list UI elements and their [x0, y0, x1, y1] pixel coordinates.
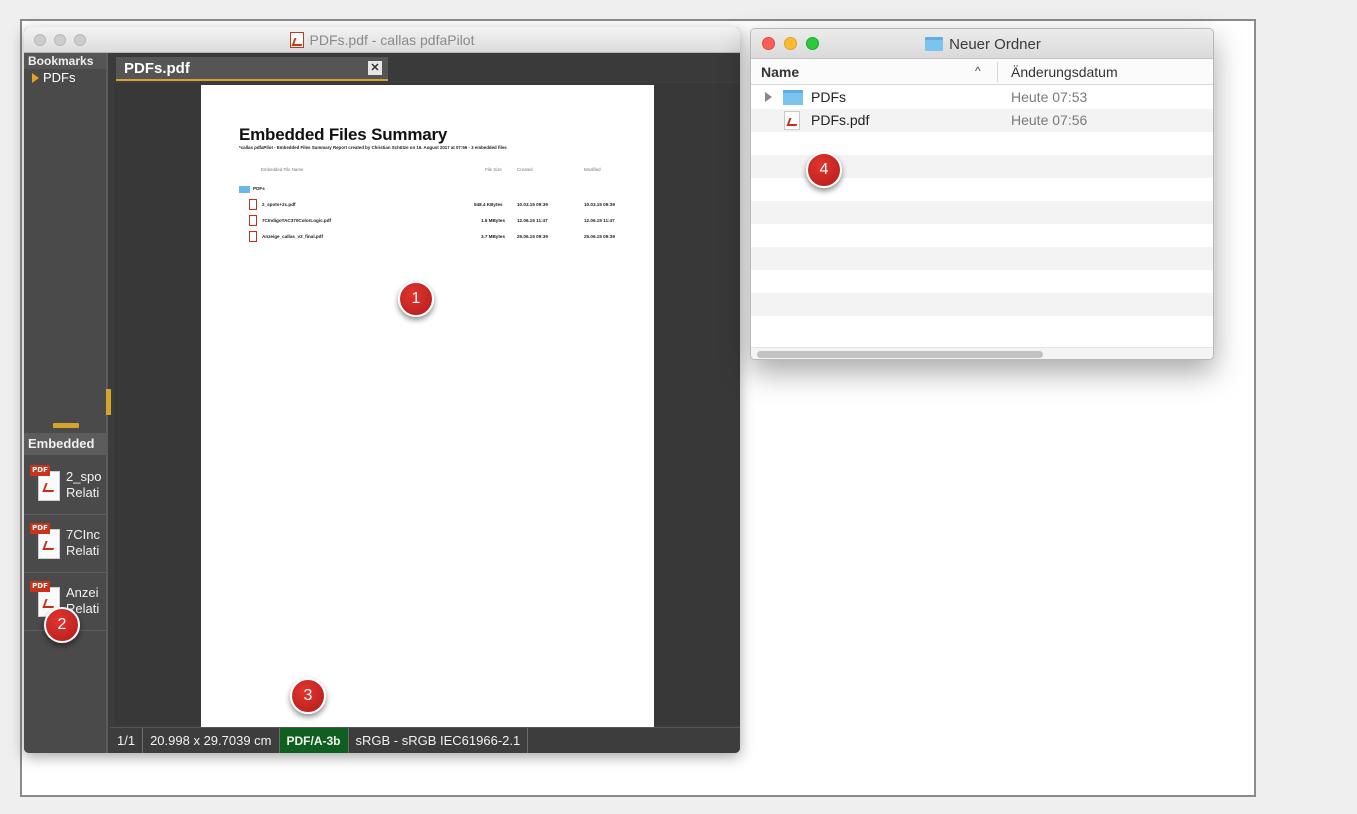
column-header-bar: Name ^ Änderungsdatum — [751, 59, 1213, 85]
embedded-file-name: 7CIndigoTAC370ColorLogic.pdf — [262, 218, 332, 223]
page-count: 1/1 — [110, 727, 144, 753]
empty-row — [751, 270, 1213, 293]
embedded-files-header: Embedded — [24, 433, 106, 455]
finder-window: Neuer Ordner Name ^ Änderungsdatum PDFs … — [750, 28, 1214, 360]
file-name: PDFs.pdf — [811, 112, 870, 128]
pdf-file-icon — [249, 199, 257, 210]
embedded-file-name: 7CInc — [66, 527, 100, 542]
pdf-file-icon: PDF — [30, 465, 60, 503]
page-dimensions: 20.998 x 29.7039 cm — [143, 727, 280, 753]
embedded-file-name: 2_spo — [66, 469, 102, 484]
embedded-file-created: 12.06.15 11:47 — [517, 218, 548, 223]
embedded-file-relation: Relati — [66, 543, 100, 558]
empty-row — [751, 293, 1213, 316]
date-column-header[interactable]: Änderungsdatum — [1011, 64, 1118, 80]
disclosure-triangle-icon[interactable] — [765, 92, 772, 102]
pdf-page: Embedded Files Summary *callas pdfaPilot… — [201, 85, 654, 727]
close-tab-icon[interactable]: ✕ — [368, 61, 382, 75]
folder-label: PDFs — [253, 186, 265, 191]
file-list: PDFs Heute 07:53 PDFs.pdf Heute 07:56 — [751, 86, 1213, 348]
page-heading: Embedded Files Summary — [239, 125, 448, 144]
color-profile: sRGB - sRGB IEC61966-2.1 — [349, 727, 529, 753]
window-title-text: PDFs.pdf - callas pdfaPilot — [309, 32, 475, 48]
status-bar: 1/1 20.998 x 29.7039 cm PDF/A-3b sRGB - … — [110, 727, 740, 753]
callout-badge: 1 — [398, 281, 434, 317]
empty-row — [751, 224, 1213, 247]
empty-row — [751, 247, 1213, 270]
col-header-size: File Size — [485, 167, 502, 172]
embedded-file-name: 2_spots+2c.pdf — [262, 202, 296, 207]
pdf-file-icon: PDF — [30, 523, 60, 561]
document-tab-bar: PDFs.pdf ✕ — [110, 53, 740, 81]
embedded-file-size: 548.4 KBytes — [474, 202, 503, 207]
folder-icon — [925, 37, 944, 51]
pdfapilot-window: PDFs.pdf - callas pdfaPilot Bookmarks PD… — [24, 27, 740, 753]
finder-title: Neuer Ordner — [751, 29, 1213, 59]
disclosure-triangle-icon[interactable] — [32, 73, 39, 83]
embedded-file-item[interactable]: PDF 2_spo Relati — [24, 457, 106, 515]
list-item[interactable]: PDFs.pdf Heute 07:56 — [751, 109, 1213, 132]
embedded-file-relation: Relati — [66, 485, 100, 500]
embedded-file-item[interactable]: PDF 7CInc Relati — [24, 515, 106, 573]
embedded-file-modified: 25.06.15 09:39 — [584, 234, 615, 239]
finder-title-text: Neuer Ordner — [949, 35, 1041, 53]
sidebar-splitter-handle[interactable] — [106, 389, 111, 415]
pdf-document-icon — [289, 32, 304, 48]
folder-icon — [783, 90, 803, 105]
sort-ascending-icon[interactable]: ^ — [975, 64, 981, 78]
tab-pdfs-pdf[interactable]: PDFs.pdf ✕ — [116, 57, 388, 81]
col-header-name: Embedded File Name — [261, 167, 304, 172]
pdfa-status-badge[interactable]: PDF/A-3b — [279, 727, 349, 753]
horizontal-scrollbar[interactable] — [751, 347, 1213, 359]
document-canvas[interactable]: Embedded Files Summary *callas pdfaPilot… — [114, 83, 740, 727]
callout-badge: 3 — [290, 678, 326, 714]
file-name: PDFs — [811, 89, 846, 105]
window-title: PDFs.pdf - callas pdfaPilot — [24, 27, 740, 53]
callout-badge: 2 — [44, 607, 80, 643]
background-strip — [1257, 0, 1357, 814]
empty-row — [751, 316, 1213, 339]
folder-icon — [239, 186, 250, 193]
file-date: Heute 07:56 — [1011, 112, 1088, 128]
col-header-created: Created — [517, 167, 533, 172]
embedded-file-size: 1.6 MBytes — [481, 218, 506, 223]
page-subheading: *callas pdfaPilot - Embedded Files Summa… — [239, 145, 507, 150]
embedded-file-modified: 10.03.15 09:39 — [584, 202, 615, 207]
callout-badge: 4 — [806, 152, 842, 188]
list-item[interactable]: PDFs Heute 07:53 — [751, 86, 1213, 109]
finder-titlebar: Neuer Ordner — [751, 29, 1213, 59]
tab-label: PDFs.pdf — [124, 60, 190, 77]
embedded-file-created: 10.03.15 09:39 — [517, 202, 548, 207]
pdf-file-icon — [249, 215, 257, 226]
embedded-file-name: Anzeige_callas_v3_final.pdf — [262, 234, 324, 239]
bookmark-label: PDFs — [43, 70, 76, 85]
empty-row — [751, 201, 1213, 224]
name-column-header[interactable]: Name — [761, 64, 799, 80]
pdf-file-icon — [784, 111, 800, 130]
embedded-file-size: 3.7 MBytes — [481, 234, 506, 239]
embedded-file-created: 25.06.15 09:39 — [517, 234, 548, 239]
embedded-file-modified: 12.06.15 11:47 — [584, 218, 615, 223]
file-date: Heute 07:53 — [1011, 89, 1088, 105]
sidebar: Bookmarks PDFs Embedded PDF 2_spo Relati … — [24, 53, 108, 753]
pdf-file-icon — [249, 231, 257, 242]
bookmarks-header: Bookmarks — [24, 53, 106, 69]
scrollbar-thumb[interactable] — [757, 351, 1043, 358]
bookmark-item[interactable]: PDFs — [24, 69, 106, 87]
col-header-modified: Modified — [584, 167, 601, 172]
panel-resize-handle[interactable] — [24, 421, 108, 429]
pilot-titlebar: PDFs.pdf - callas pdfaPilot — [24, 27, 740, 53]
embedded-file-name: Anzei — [66, 585, 99, 600]
column-divider[interactable] — [997, 62, 998, 82]
